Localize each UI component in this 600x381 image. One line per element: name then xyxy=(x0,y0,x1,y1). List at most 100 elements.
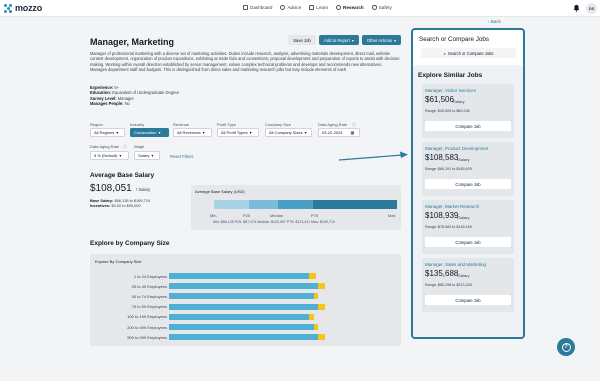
chevron-down-icon: ▾ xyxy=(394,37,397,43)
chevron-down-icon: ▾ xyxy=(151,153,154,158)
avatar[interactable]: DS xyxy=(586,3,597,14)
search-compare-title: Search or Compare Jobs xyxy=(419,36,489,43)
industry-select[interactable]: Construction ▾ xyxy=(130,128,169,137)
chevron-down-icon: ▾ xyxy=(158,130,161,135)
company-size-bar-base[interactable] xyxy=(169,334,319,341)
other-actions-button[interactable]: Other Actions ▾ xyxy=(362,35,401,45)
chevron-down-icon: ▾ xyxy=(116,130,119,135)
company-size-bar-extra[interactable] xyxy=(309,313,314,320)
back-link[interactable]: ‹ Back xyxy=(488,19,501,24)
similar-job-card: Manager, Market Research $108,939/Salary R… xyxy=(422,200,514,254)
similar-job-unit: /Salary xyxy=(452,99,465,104)
company-size-select[interactable]: All Company Sizes ▾ xyxy=(265,128,312,137)
similar-job-range: Range: $60,191 to $169,629 xyxy=(425,167,472,171)
nav-dashboard[interactable]: Dashboard xyxy=(243,5,272,10)
chevron-down-icon: ▾ xyxy=(249,130,252,135)
book-icon xyxy=(309,5,315,10)
info-icon[interactable]: ⓘ xyxy=(352,122,356,128)
company-size-row: 25 to 49 Employees xyxy=(90,283,401,290)
compare-job-button[interactable]: Compare Job xyxy=(425,237,511,247)
revenue-select[interactable]: All Revenues ▾ xyxy=(173,128,212,137)
wage-select[interactable]: Salary ▾ xyxy=(134,151,160,160)
compare-job-button[interactable]: Compare Job xyxy=(425,121,511,131)
chevron-down-icon: ▾ xyxy=(202,130,205,135)
info-icon[interactable]: ⓘ xyxy=(123,144,127,150)
similar-job-title[interactable]: Manager, Market Research xyxy=(425,204,479,209)
data-aging-date-input[interactable]: 03-22-2024 ▦ xyxy=(318,128,360,137)
chevron-down-icon: ▾ xyxy=(351,37,354,43)
similar-job-card: Manager, Sales and Marketing $135,688/Sal… xyxy=(422,258,514,312)
logo-text: mozzo xyxy=(15,3,42,13)
company-size-bar-extra[interactable] xyxy=(318,303,325,310)
company-size-bar-extra[interactable] xyxy=(318,334,325,341)
company-size-row: 1 to 24 Employees xyxy=(90,273,401,279)
company-size-bar-base[interactable] xyxy=(169,273,310,279)
compare-job-button[interactable]: Compare Job xyxy=(425,295,511,305)
save-job-button[interactable]: Save Job xyxy=(288,35,316,45)
company-size-chart: Explore By Company Size 1 to 24 Employee… xyxy=(90,254,401,346)
nav-safety[interactable]: Safety xyxy=(371,5,392,10)
grid-icon xyxy=(243,5,248,10)
similar-job-title[interactable]: Manager, Sales and Marketing xyxy=(425,262,486,267)
company-size-bar-base[interactable] xyxy=(169,313,310,320)
search-compare-button[interactable]: ⌕ Search or Compare Jobs xyxy=(421,48,516,58)
tick-p75: P75 xyxy=(311,213,319,218)
company-size-bar-base[interactable] xyxy=(169,283,319,290)
tick-min: Min xyxy=(210,213,217,218)
company-size-bar-base[interactable] xyxy=(169,324,314,330)
explore-similar-jobs: Explore Similar Jobs ‹ 1 2 › Manager, Vi… xyxy=(413,65,523,337)
add-to-report-button[interactable]: Add to Report ▾ xyxy=(319,35,359,45)
job-description: Manager of professional marketing with a… xyxy=(90,51,400,73)
company-size-row: 75 to 99 Employees xyxy=(90,303,401,310)
similar-job-salary: $108,939 xyxy=(425,211,459,220)
main-nav: Dashboard Advice Learn Research Safety xyxy=(243,5,392,10)
job-meta: Experience: 6+ Education: Equivalent of … xyxy=(90,85,179,106)
range-segment-min_p25 xyxy=(214,200,249,209)
range-segment-p25_median xyxy=(248,200,279,209)
profit-type-select[interactable]: All Profit Types ▾ xyxy=(217,128,259,137)
compare-job-button[interactable]: Compare Job xyxy=(425,179,511,189)
top-navbar: mozzo Dashboard Advice Learn Research Sa… xyxy=(0,0,600,17)
shield-icon xyxy=(371,5,377,10)
nav-learn[interactable]: Learn xyxy=(309,5,328,10)
company-size-row: 500 to 999 Employees xyxy=(90,334,401,341)
company-size-bar-extra[interactable] xyxy=(313,324,319,330)
company-size-bar-base[interactable] xyxy=(169,293,314,300)
similar-job-unit: /Salary xyxy=(457,215,470,220)
similar-job-salary: $61,506 xyxy=(425,95,454,104)
region-label: Region xyxy=(90,122,103,127)
data-aging-rate-label: Data Aging Rate xyxy=(90,144,120,149)
region-select[interactable]: All Regions ▾ xyxy=(90,128,125,137)
profit-type-label: Profit Type xyxy=(217,122,237,127)
similar-job-range: Range: $45,526 to $80,246 xyxy=(425,109,470,113)
company-size-label: 100 to 199 Employees xyxy=(127,314,167,320)
reset-filters-link[interactable]: Reset Filters xyxy=(170,154,194,159)
salary-range-values: Min: $68,138 P25: $87,474 Median: $103,9… xyxy=(213,220,335,224)
help-button[interactable]: ? xyxy=(557,338,575,356)
company-size-chart-title: Explore By Company Size xyxy=(95,259,142,264)
chevron-down-icon: ▾ xyxy=(304,130,307,135)
revenue-label: Revenue xyxy=(173,122,190,127)
similar-job-title[interactable]: Manager, Product Development xyxy=(425,146,488,151)
tick-p25: P25 xyxy=(243,213,251,218)
bell-icon[interactable] xyxy=(573,4,580,12)
company-size-row: 100 to 199 Employees xyxy=(90,313,401,320)
logo[interactable]: mozzo xyxy=(4,3,42,13)
nav-advice[interactable]: Advice xyxy=(280,5,301,10)
chevron-down-icon: ▾ xyxy=(119,153,122,158)
similar-job-card: Manager, Visitor Services $61,506/Salary R… xyxy=(422,84,514,138)
company-size-bar-base[interactable] xyxy=(169,303,319,310)
company-size-bar-extra[interactable] xyxy=(318,283,325,290)
avg-salary-details: Base Salary: $68,138 to $169,710 Incenti… xyxy=(90,198,151,208)
company-size-bar-extra[interactable] xyxy=(309,273,316,279)
company-size-bar-extra[interactable] xyxy=(313,293,319,300)
similar-job-title[interactable]: Manager, Visitor Services xyxy=(425,88,476,93)
similar-job-salary: $135,688 xyxy=(425,269,459,278)
data-aging-rate-select[interactable]: 5 % (Default) ▾ xyxy=(90,151,129,160)
company-size-label: 50 to 74 Employees xyxy=(131,293,167,299)
range-segment-p75_max xyxy=(312,200,397,209)
arrow-annotation xyxy=(338,151,408,161)
nav-research[interactable]: Research xyxy=(336,5,364,10)
calendar-icon: ▦ xyxy=(350,130,355,135)
similar-job-salary: $108,583 xyxy=(425,153,459,162)
